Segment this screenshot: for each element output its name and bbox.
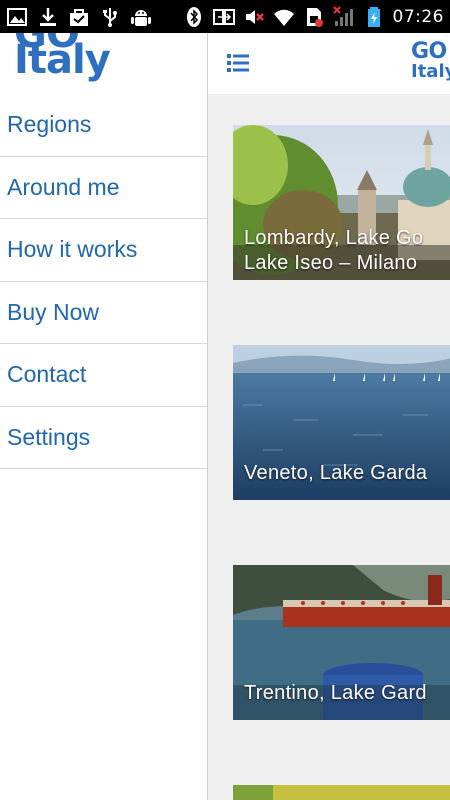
app-logo-small: GO Italy xyxy=(411,41,450,81)
region-card-lombardy[interactable]: Lombardy, Lake Go Lake Iseo – Milano xyxy=(233,125,450,280)
usb-icon xyxy=(99,6,121,28)
screen-mirror-icon xyxy=(212,6,235,28)
menu-item-label: Settings xyxy=(7,423,91,450)
menu-item-regions[interactable]: Regions xyxy=(0,94,207,157)
menu-item-how-it-works[interactable]: How it works xyxy=(0,219,207,282)
navigation-drawer: GO Italy Regions Around me How it works … xyxy=(0,33,208,800)
mute-icon xyxy=(243,6,265,28)
menu-item-around-me[interactable]: Around me xyxy=(0,157,207,219)
clock-time: 07:26 xyxy=(392,6,444,27)
region-card-veneto[interactable]: Veneto, Lake Garda xyxy=(233,345,450,500)
top-bar: GO Italy xyxy=(208,33,450,94)
signal-icon xyxy=(332,5,355,28)
app-screen: GO Italy xyxy=(0,33,450,800)
region-photo xyxy=(233,785,450,800)
menu-item-label: Regions xyxy=(7,111,92,138)
menu-item-label: Around me xyxy=(7,173,120,200)
main-content: GO Italy xyxy=(208,33,450,800)
sim-icon xyxy=(303,6,325,28)
card-label: Veneto, Lake Garda xyxy=(244,462,428,484)
menu-item-settings[interactable]: Settings xyxy=(0,407,207,469)
card-label: Trentino, Lake Gard xyxy=(244,682,427,704)
battery-icon xyxy=(363,6,385,28)
bag-icon xyxy=(68,6,90,28)
app-logo: GO Italy xyxy=(0,33,207,94)
image-icon xyxy=(6,6,28,28)
menu-item-buy-now[interactable]: Buy Now xyxy=(0,282,207,344)
list-menu-icon[interactable] xyxy=(226,51,250,75)
logo-line2: Italy xyxy=(411,61,450,82)
logo-line1: GO xyxy=(411,39,447,64)
download-icon xyxy=(37,6,59,28)
menu-item-label: How it works xyxy=(7,236,138,263)
bluetooth-icon xyxy=(183,6,205,28)
status-bar: 07:26 xyxy=(0,0,450,33)
menu-item-contact[interactable]: Contact xyxy=(0,344,207,407)
logo-italy: Italy xyxy=(14,37,111,83)
menu-item-label: Contact xyxy=(7,361,87,388)
region-card-partial[interactable] xyxy=(233,785,450,800)
wifi-icon xyxy=(273,6,295,28)
android-debug-icon xyxy=(130,6,152,28)
menu-item-label: Buy Now xyxy=(7,298,100,325)
region-card-trentino[interactable]: Trentino, Lake Gard xyxy=(233,565,450,720)
card-label: Lombardy, Lake Go Lake Iseo – Milano xyxy=(244,227,424,274)
